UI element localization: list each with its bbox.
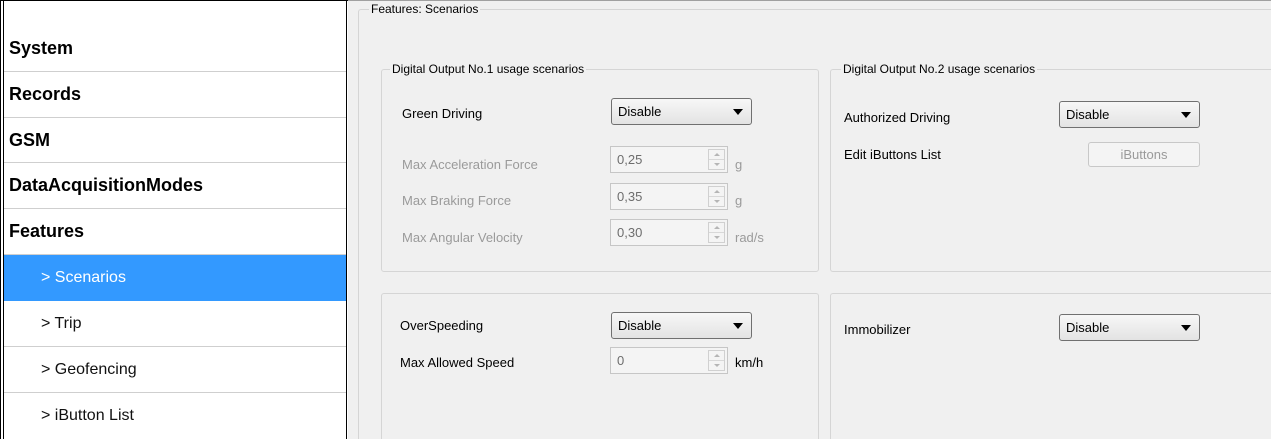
green-driving-select[interactable]: Disable — [611, 98, 752, 125]
chevron-down-icon — [1181, 112, 1191, 118]
max-allowed-speed-label: Max Allowed Speed — [400, 355, 515, 370]
panel-top-border — [348, 0, 1271, 1]
sidebar-item-features[interactable]: Features — [4, 209, 346, 255]
max-acceleration-force-value: 0,25 — [617, 152, 643, 167]
overspeeding-label: OverSpeeding — [400, 318, 484, 333]
immobilizer-value: Disable — [1066, 320, 1110, 335]
max-angular-velocity-value: 0,30 — [617, 225, 643, 240]
features-scenarios-panel: Features: Scenarios Digital Output No.1 … — [348, 0, 1271, 439]
green-driving-value: Disable — [618, 104, 662, 119]
green-driving-label: Green Driving — [402, 106, 483, 121]
sidebar-item-geofencing[interactable]: > Geofencing — [4, 347, 346, 393]
chevron-down-icon — [733, 323, 743, 329]
max-acceleration-force-input: 0,25 — [610, 146, 728, 173]
immobilizer-group — [830, 293, 1271, 439]
sidebar-item-data-acquisition-modes[interactable]: DataAcquisitionModes — [4, 163, 346, 209]
digital-output-1-title: Digital Output No.1 usage scenarios — [390, 62, 587, 76]
sidebar-item-scenarios[interactable]: > Scenarios — [4, 255, 346, 301]
max-allowed-speed-unit: km/h — [735, 355, 764, 370]
sidebar-item-ibutton-list[interactable]: > iButton List — [4, 393, 346, 439]
immobilizer-label: Immobilizer — [844, 322, 911, 337]
edit-ibuttons-list-label: Edit iButtons List — [844, 147, 941, 162]
max-angular-velocity-input: 0,30 — [610, 219, 728, 246]
ibuttons-button[interactable]: iButtons — [1088, 142, 1200, 167]
immobilizer-select[interactable]: Disable — [1059, 314, 1200, 341]
digital-output-2-title: Digital Output No.2 usage scenarios — [841, 62, 1038, 76]
max-braking-force-unit: g — [735, 193, 743, 208]
sidebar-item-trip[interactable]: > Trip — [4, 301, 346, 347]
max-angular-velocity-label: Max Angular Velocity — [402, 230, 523, 245]
features-scenarios-title: Features: Scenarios — [369, 2, 481, 16]
spinner-arrows-icon — [708, 186, 725, 207]
spinner-arrows-icon — [708, 350, 725, 371]
authorized-driving-label: Authorized Driving — [844, 110, 951, 125]
sidebar-item-records[interactable]: Records — [4, 72, 346, 118]
max-allowed-speed-value: 0 — [617, 353, 625, 368]
max-braking-force-label: Max Braking Force — [402, 193, 512, 208]
chevron-down-icon — [733, 109, 743, 115]
spinner-arrows-icon — [708, 149, 725, 170]
overspeeding-select[interactable]: Disable — [611, 312, 752, 339]
max-acceleration-force-label: Max Acceleration Force — [402, 157, 538, 172]
max-angular-velocity-unit: rad/s — [735, 230, 764, 245]
overspeeding-value: Disable — [618, 318, 662, 333]
authorized-driving-value: Disable — [1066, 107, 1110, 122]
max-allowed-speed-input: 0 — [610, 347, 728, 374]
sidebar-item-gsm[interactable]: GSM — [4, 118, 346, 163]
chevron-down-icon — [1181, 325, 1191, 331]
digital-output-2-group — [830, 69, 1271, 272]
spinner-arrows-icon — [708, 222, 725, 243]
max-acceleration-force-unit: g — [735, 157, 743, 172]
authorized-driving-select[interactable]: Disable — [1059, 101, 1200, 128]
max-braking-force-input: 0,35 — [610, 183, 728, 210]
navigation-sidebar: System Records GSM DataAcquisitionModes … — [0, 0, 348, 439]
sidebar-top-border — [0, 0, 348, 2]
sidebar-item-system[interactable]: System — [4, 26, 346, 72]
max-braking-force-value: 0,35 — [617, 189, 643, 204]
